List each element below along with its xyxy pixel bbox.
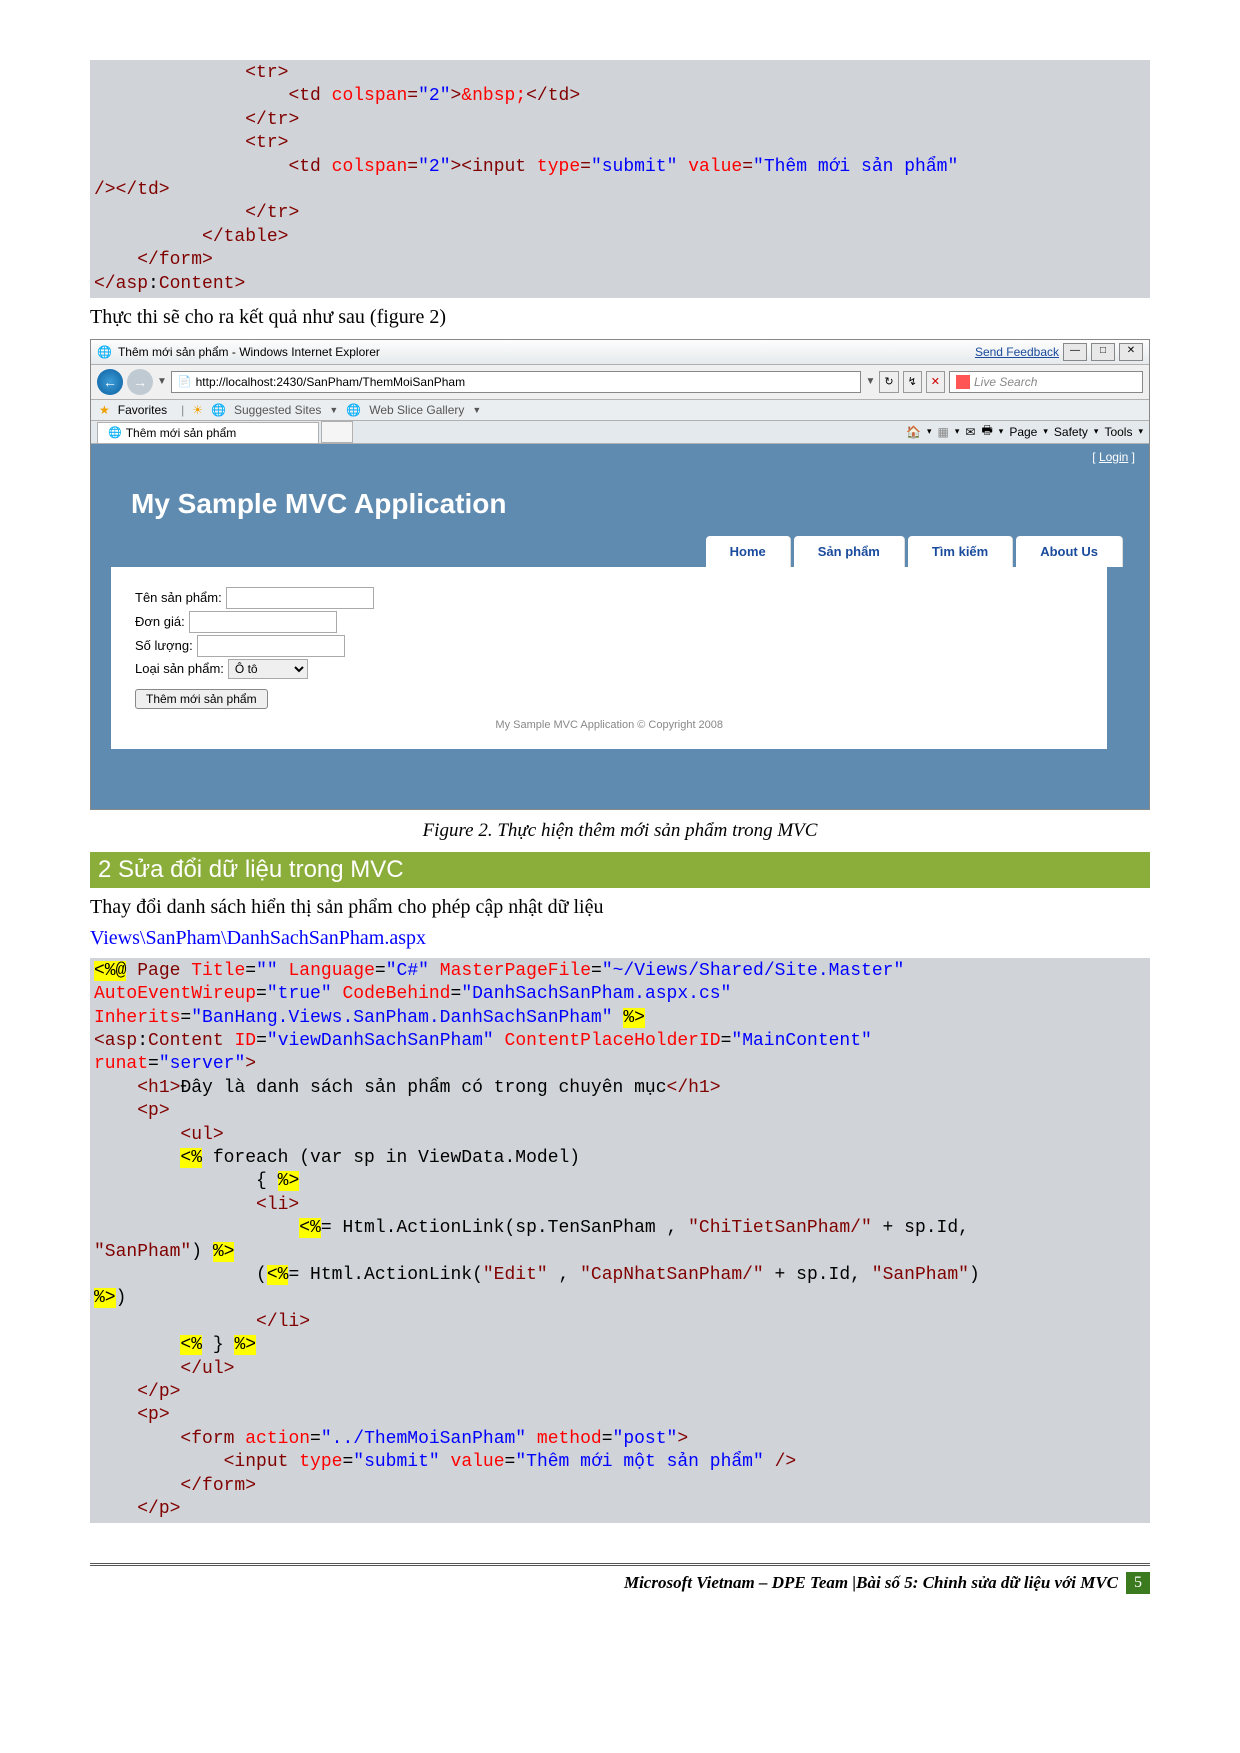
feed-icon[interactable]: ▦: [938, 425, 949, 439]
page-content: [ Login ] My Sample MVC Application Home…: [91, 444, 1149, 809]
search-placeholder: Live Search: [974, 375, 1037, 389]
address-bar[interactable]: 📄 http://localhost:2430/SanPham/ThemMoiS…: [171, 371, 862, 393]
suggested-sites-link[interactable]: Suggested Sites: [234, 403, 321, 417]
refresh2-button[interactable]: ↯: [903, 371, 922, 393]
window-title: Thêm mới sản phẩm - Windows Internet Exp…: [118, 345, 380, 359]
toolbar: 🏠▾ ▦▾ ✉ 🖶▾ Page▾ Safety▾ Tools▾: [906, 421, 1143, 442]
dropdown-icon[interactable]: ▼: [865, 376, 875, 387]
nav-menu: HomeSản phẩmTìm kiếmAbout Us: [703, 536, 1123, 567]
submit-button[interactable]: Thêm mới sản phẩm: [135, 689, 268, 709]
page-icon2: 🌐: [211, 403, 226, 417]
label-type: Loại sản phẩm:: [135, 661, 224, 676]
section-header: 2 Sửa đổi dữ liệu trong MVC: [90, 852, 1150, 888]
tools-menu[interactable]: Tools: [1104, 425, 1132, 439]
ie-icon: 🌐: [108, 426, 122, 439]
live-search-icon: [956, 375, 970, 389]
label-product-name: Tên sản phẩm:: [135, 590, 222, 605]
browser-tab[interactable]: 🌐 Thêm mới sản phẩm: [97, 422, 319, 443]
page-number: 5: [1126, 1572, 1150, 1594]
figure-caption: Figure 2. Thực hiện thêm mới sản phẩm tr…: [90, 820, 1150, 842]
favorites-label: Favorites: [118, 403, 167, 417]
footer: Microsoft Vietnam – DPE Team |Bài số 5: …: [90, 1566, 1150, 1594]
url-text: http://localhost:2430/SanPham/ThemMoiSan…: [196, 375, 465, 389]
nav-tab[interactable]: About Us: [1016, 536, 1123, 567]
body-text-2: Thay đổi danh sách hiển thị sản phẩm cho…: [90, 896, 1150, 919]
print-icon[interactable]: 🖶: [981, 421, 992, 442]
close-button[interactable]: ✕: [1119, 343, 1143, 361]
nav-tab[interactable]: Tìm kiếm: [908, 536, 1013, 567]
ie-icon: 🌐: [97, 345, 112, 359]
code-block-1: <tr> <td colspan="2">&nbsp;</td> </tr> <…: [90, 60, 1150, 298]
favorites-bar: ★ Favorites | ☀ 🌐 Suggested Sites ▼ 🌐 We…: [91, 400, 1149, 421]
nav-tab[interactable]: Home: [706, 536, 791, 567]
label-price: Đơn giá:: [135, 614, 185, 629]
safety-menu[interactable]: Safety: [1054, 425, 1088, 439]
address-row: ← → ▼ 📄 http://localhost:2430/SanPham/Th…: [91, 365, 1149, 400]
nav-tab[interactable]: Sản phẩm: [794, 536, 905, 567]
mail-icon[interactable]: ✉: [965, 425, 975, 439]
home-icon[interactable]: 🏠: [906, 425, 921, 439]
login-link[interactable]: Login: [1099, 450, 1128, 464]
body-text-1: Thực thi sẽ cho ra kết quả như sau (figu…: [90, 306, 1150, 329]
code-block-2: <%@ Page Title="" Language="C#" MasterPa…: [90, 958, 1150, 1523]
content-panel: Tên sản phẩm: Đơn giá: Số lượng: Loại sả…: [111, 567, 1107, 749]
page-icon3: 🌐: [346, 403, 361, 417]
select-type[interactable]: Ô tô: [228, 659, 308, 679]
site-title: My Sample MVC Application: [121, 478, 506, 536]
input-price[interactable]: [189, 611, 337, 633]
send-feedback-link[interactable]: Send Feedback: [975, 345, 1059, 359]
browser-window: 🌐 Thêm mới sản phẩm - Windows Internet E…: [90, 339, 1150, 810]
footer-text: Microsoft Vietnam – DPE Team |Bài số 5: …: [624, 1573, 1118, 1593]
favorites-icon: ☀: [192, 403, 203, 417]
dropdown-icon[interactable]: ▼: [472, 405, 481, 415]
copyright: My Sample MVC Application © Copyright 20…: [135, 719, 1083, 731]
maximize-button[interactable]: □: [1091, 343, 1115, 361]
page-icon: 📄: [178, 375, 192, 388]
dropdown-icon[interactable]: ▼: [329, 405, 338, 415]
minimize-button[interactable]: —: [1063, 343, 1087, 361]
input-qty[interactable]: [197, 635, 345, 657]
tab-row: 🌐 Thêm mới sản phẩm 🏠▾ ▦▾ ✉ 🖶▾ Page▾ Saf…: [91, 421, 1149, 444]
webslice-link[interactable]: Web Slice Gallery: [369, 403, 464, 417]
stop-button[interactable]: ✕: [926, 371, 945, 393]
label-qty: Số lượng:: [135, 638, 193, 653]
titlebar: 🌐 Thêm mới sản phẩm - Windows Internet E…: [91, 340, 1149, 365]
search-box[interactable]: Live Search: [949, 371, 1143, 393]
tab-label: Thêm mới sản phẩm: [126, 426, 237, 440]
page-menu[interactable]: Page: [1009, 425, 1037, 439]
star-icon[interactable]: ★: [99, 403, 110, 417]
dropdown-icon[interactable]: ▼: [157, 376, 167, 387]
back-button[interactable]: ←: [97, 369, 123, 395]
forward-button[interactable]: →: [127, 369, 153, 395]
new-tab-button[interactable]: [321, 421, 353, 443]
file-path: Views\SanPham\DanhSachSanPham.aspx: [90, 927, 1150, 950]
input-product-name[interactable]: [226, 587, 374, 609]
refresh-button[interactable]: ↻: [879, 371, 898, 393]
